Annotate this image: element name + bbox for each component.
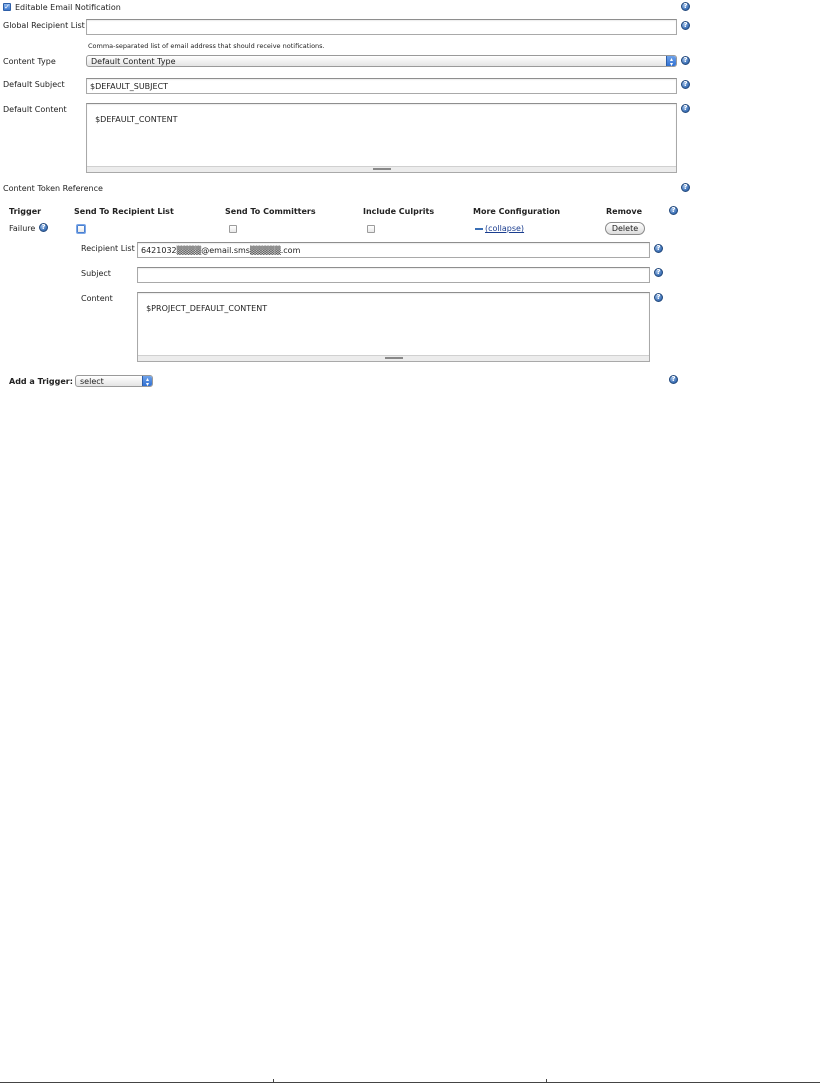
trigger-failure-label: Failure [9,224,36,233]
select-arrows-icon: ▴ ▾ [142,376,152,386]
subject-input[interactable] [137,267,650,283]
header-remove: Remove [606,207,643,216]
collapse-link[interactable]: (collapse) [475,224,524,233]
subject-label: Subject [81,269,111,278]
content-value: $PROJECT_DEFAULT_CONTENT [146,304,268,313]
header-more-configuration: More Configuration [473,207,561,216]
help-icon[interactable]: ? [39,223,48,232]
help-icon[interactable]: ? [654,244,663,253]
content-type-select[interactable]: Default Content Type ▴ ▾ [86,55,677,67]
textarea-resize-handle[interactable] [138,355,649,361]
content-type-label: Content Type [3,57,56,66]
textarea-resize-handle[interactable] [87,166,676,172]
global-recipient-label: Global Recipient List [3,21,85,30]
help-icon[interactable]: ? [681,21,690,30]
help-icon[interactable]: ? [669,206,678,215]
default-subject-label: Default Subject [3,80,65,89]
help-icon[interactable]: ? [654,268,663,277]
header-include-culprits: Include Culprits [363,207,435,216]
help-icon[interactable]: ? [681,56,690,65]
send-to-committers-checkbox[interactable] [229,225,237,233]
global-recipient-hint: Comma-separated list of email address th… [88,42,325,50]
help-icon[interactable]: ? [681,2,690,11]
header-trigger: Trigger [9,207,42,216]
bottom-divider [273,1079,274,1083]
help-icon[interactable]: ? [681,80,690,89]
help-icon[interactable]: ? [681,183,690,192]
default-content-label: Default Content [3,105,67,114]
add-trigger-select[interactable]: select ▴ ▾ [75,375,153,387]
collapse-minus-icon [475,227,483,230]
help-icon[interactable]: ? [654,293,663,302]
add-trigger-selected: select [80,377,104,386]
help-icon[interactable]: ? [681,104,690,113]
default-content-textarea[interactable]: $DEFAULT_CONTENT [86,103,677,173]
add-trigger-label: Add a Trigger: [9,377,73,386]
recipient-list-label: Recipient List [81,244,135,253]
global-recipient-input[interactable] [86,19,677,35]
header-send-to-recipient: Send To Recipient List [74,207,174,216]
bottom-divider [546,1079,547,1083]
help-icon[interactable]: ? [669,375,678,384]
header-send-to-committers: Send To Committers [225,207,316,216]
content-token-reference-label: Content Token Reference [3,184,103,193]
send-to-recipient-checkbox[interactable] [77,225,85,233]
default-subject-input[interactable]: $DEFAULT_SUBJECT [86,78,677,94]
default-content-value: $DEFAULT_CONTENT [95,115,178,124]
content-type-selected: Default Content Type [91,57,176,66]
select-arrows-icon: ▴ ▾ [666,56,676,66]
delete-trigger-button[interactable]: Delete [605,222,645,235]
content-label: Content [81,294,113,303]
editable-email-label: Editable Email Notification [15,3,121,12]
recipient-list-input[interactable]: 6421032▒▒▒▒@email.sms▒▒▒▒▒.com [137,242,650,258]
content-textarea[interactable]: $PROJECT_DEFAULT_CONTENT [137,292,650,362]
editable-email-checkbox[interactable]: ✓ [3,3,11,11]
include-culprits-checkbox[interactable] [367,225,375,233]
